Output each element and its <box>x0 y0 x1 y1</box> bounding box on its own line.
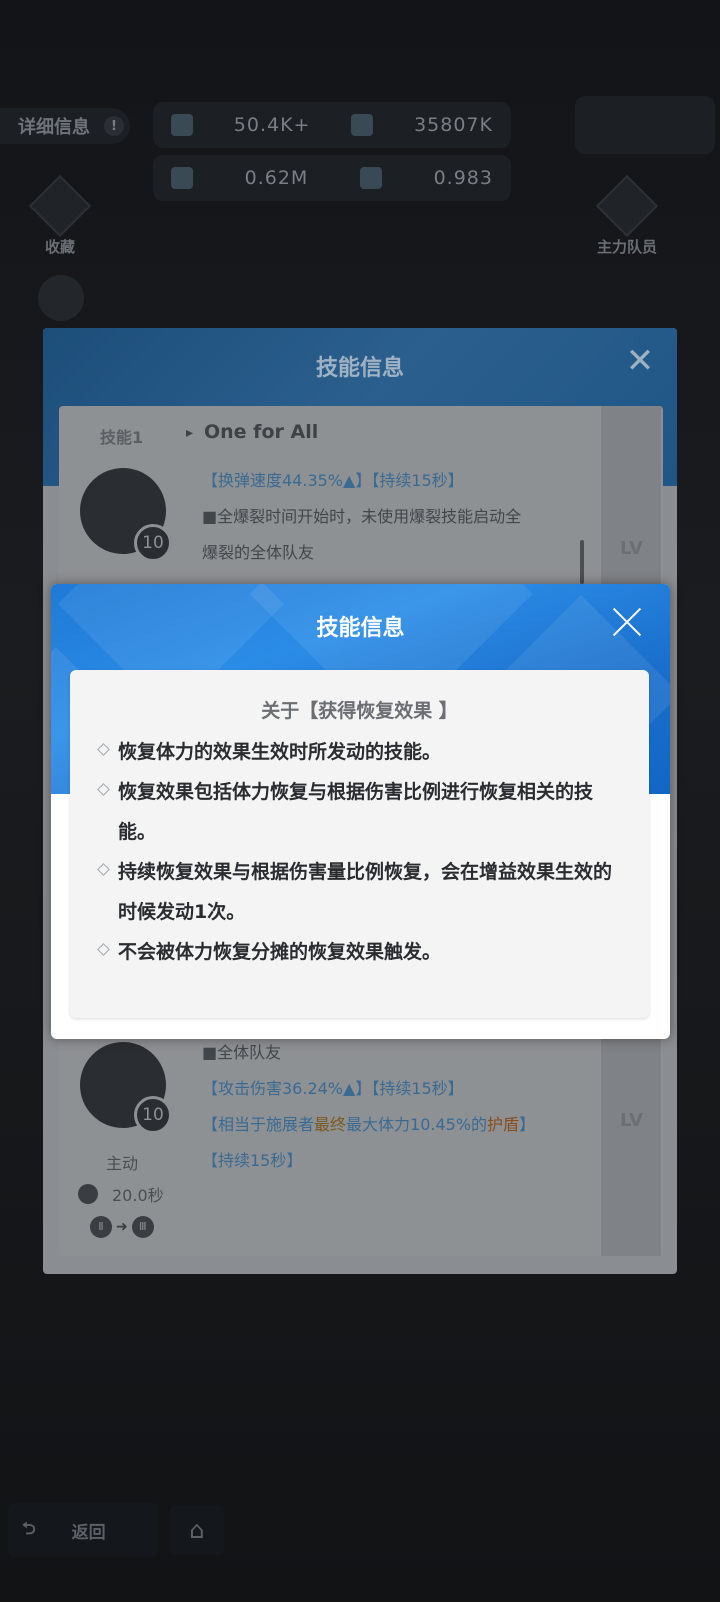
back-arrow-icon: ⮌ <box>22 1518 36 1539</box>
main-member-label: 主力队员 <box>596 238 657 256</box>
back-label: 返回 <box>71 1522 106 1543</box>
bullet-diamond-icon <box>98 864 108 874</box>
skill2-line3-b: 最终 <box>314 1115 347 1134</box>
right-hud-pill[interactable] <box>575 96 715 154</box>
chevron-right-icon: ▸ <box>186 425 194 441</box>
stat-1a: 50.4K+ <box>233 114 311 136</box>
skill1-level-badge: 10 <box>134 524 172 562</box>
burst-tier-row: Ⅱ ➜ Ⅲ <box>90 1216 154 1238</box>
bullet-diamond-icon <box>98 744 108 754</box>
stat-1b: 35807K <box>414 114 493 136</box>
skill2-line3-c: 最大体力10.45%的 <box>346 1115 488 1134</box>
favorite-badge[interactable]: 收藏 <box>28 174 92 256</box>
skill2-line1: ■全体队友 <box>202 1043 282 1062</box>
skill2-max-level: LV <box>620 1110 643 1131</box>
skill2-cooldown: 20.0秒 <box>112 1186 164 1205</box>
details-label: 详细信息 <box>18 117 90 138</box>
back-button[interactable]: ⮌ 返回 <box>8 1503 158 1557</box>
skill2-level-badge: 10 <box>134 1096 172 1134</box>
description-heading: 关于【获得恢复效果 】 <box>261 700 458 722</box>
sword-icon <box>171 167 193 189</box>
front-dialog-title: 技能信息 <box>316 616 405 641</box>
skill1-line3: 爆裂的全体队友 <box>202 543 315 562</box>
skill2-line3-d: 护盾 <box>487 1115 520 1134</box>
info-icon[interactable]: ! <box>104 116 124 136</box>
skill1-line1: 【换弹速度44.35%▲】【持续15秒】 <box>202 471 464 490</box>
skill2-line2: 【攻击伤害36.24%▲】【持续15秒】 <box>202 1079 464 1098</box>
skill1-name: One for All <box>204 421 319 443</box>
screen: 详细信息 ! 50.4K+ 35807K 0.62M 0.983 收藏 主力队员… <box>0 0 720 1602</box>
box-icon <box>351 114 374 136</box>
stats-row-2: 0.62M 0.983 <box>153 155 511 201</box>
skill2-type: 主动 <box>106 1154 139 1173</box>
skill2-cooldown-row: 20.0秒 <box>78 1182 164 1206</box>
skill2-line3-e: 】 <box>519 1115 536 1134</box>
scrollbar[interactable] <box>580 540 584 584</box>
recovery-effect-dialog: 技能信息 关于【获得恢复效果 】 恢复体力的效果生效时所发动的技能。 恢复效果包… <box>51 584 670 1039</box>
favorite-label: 收藏 <box>44 238 75 256</box>
tier-to-icon: Ⅲ <box>131 1216 154 1238</box>
bottom-bar: ⮌ 返回 ⌂ <box>0 1503 720 1567</box>
stat-2a: 0.62M <box>244 167 309 189</box>
arrow-right-icon: ➜ <box>116 1219 128 1235</box>
skill1-label: 技能1 <box>100 428 144 447</box>
skill2-line3: 【相当于施展者最终最大体力10.45%的护盾】 <box>202 1111 535 1135</box>
description-card: 关于【获得恢复效果 】 恢复体力的效果生效时所发动的技能。 恢复效果包括体力恢复… <box>70 670 649 1018</box>
home-icon: ⌂ <box>189 1516 205 1544</box>
star-diamond-icon <box>595 174 659 238</box>
stat-2b: 0.983 <box>433 167 493 189</box>
avatar[interactable] <box>38 275 84 321</box>
close-icon[interactable] <box>611 606 643 638</box>
clock-icon <box>78 1184 98 1204</box>
bullet-4: 不会被体力恢复分摊的恢复效果触发。 <box>118 941 442 963</box>
bullet-diamond-icon <box>98 784 108 794</box>
bullet-2: 恢复效果包括体力恢复与根据伤害比例进行恢复相关的技能。 <box>118 781 594 843</box>
back-dialog-close-icon[interactable]: ✕ <box>623 344 657 380</box>
crosshair-icon <box>359 167 382 189</box>
details-pill[interactable]: 详细信息 ! <box>0 108 130 144</box>
bullet-diamond-icon <box>98 944 108 954</box>
skill2-line4: 【持续15秒】 <box>202 1151 303 1170</box>
favorite-diamond-icon <box>28 174 92 238</box>
skill1-line2: ■全爆裂时间开始时，未使用爆裂技能启动全 <box>202 507 522 526</box>
bullet-1: 恢复体力的效果生效时所发动的技能。 <box>118 741 442 763</box>
skill1-max-level: LV <box>620 538 643 559</box>
skill2-line3-a: 【相当于施展者 <box>202 1115 315 1134</box>
bullet-3: 持续恢复效果与根据伤害量比例恢复，会在增益效果生效的时候发动1次。 <box>118 861 613 923</box>
gem-icon <box>171 114 193 136</box>
main-member-badge[interactable]: 主力队员 <box>595 174 659 256</box>
tier-from-icon: Ⅱ <box>90 1216 112 1238</box>
stats-row-1: 50.4K+ 35807K <box>153 102 511 148</box>
home-button[interactable]: ⌂ <box>170 1505 224 1555</box>
back-dialog-title: 技能信息 <box>315 356 404 381</box>
